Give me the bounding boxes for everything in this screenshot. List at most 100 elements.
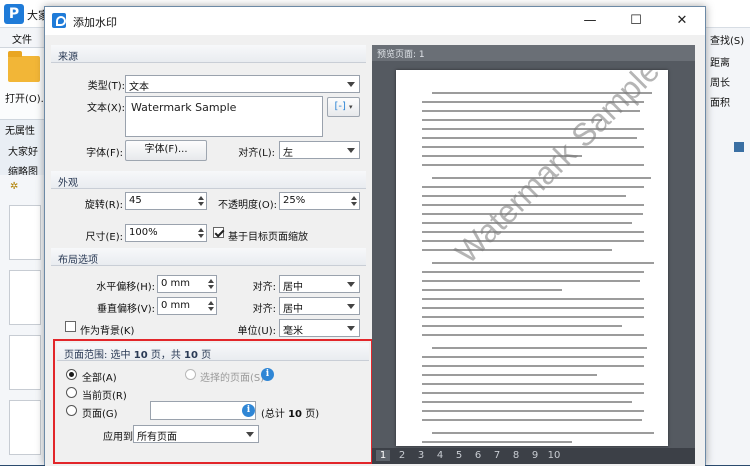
page-thumbnail[interactable] — [9, 270, 41, 325]
page-range-prefix: 页面范围: 选中 — [64, 350, 134, 361]
all-pages-radio[interactable] — [66, 369, 77, 380]
maximize-button[interactable]: ☐ — [613, 7, 659, 35]
insert-field-icon: [-] — [334, 101, 346, 112]
insert-field-button[interactable]: [-] ▾ — [327, 97, 360, 117]
area-tool[interactable]: 面积 — [710, 94, 730, 109]
preview-text-line — [422, 271, 644, 273]
preview-pager: 1 2 3 4 5 6 7 8 9 10 — [372, 448, 695, 464]
distance-tool[interactable]: 距离 — [710, 54, 730, 69]
perimeter-tool[interactable]: 周长 — [710, 74, 730, 89]
align-dropdown[interactable]: 左 — [279, 141, 360, 159]
source-section-header: 来源 — [51, 45, 366, 63]
type-dropdown[interactable]: 文本 — [125, 75, 360, 93]
page-range-mid: 页，共 — [147, 350, 185, 361]
preview-page-number[interactable]: 6 — [471, 450, 485, 461]
preview-text-line — [422, 222, 632, 224]
preview-text-line — [422, 392, 644, 394]
spin-down-icon[interactable] — [198, 202, 204, 206]
chevron-down-icon — [347, 148, 355, 153]
appearance-section-header: 外观 — [51, 171, 366, 189]
total-pages-count: 10 — [288, 409, 303, 420]
page-thumbnail[interactable] — [9, 205, 41, 260]
preview-page-number[interactable]: 1 — [376, 450, 390, 461]
size-label: 尺寸(E): — [85, 232, 124, 243]
spin-down-icon[interactable] — [208, 285, 214, 289]
rotation-value: 45 — [129, 195, 142, 206]
apply-to-dropdown[interactable]: 所有页面 — [133, 425, 259, 443]
total-pages-text: (总计 10 页) — [261, 405, 319, 420]
preview-text-line — [422, 298, 644, 300]
spin-up-icon[interactable] — [198, 228, 204, 232]
v-offset-label: 垂直偏移(V): — [96, 304, 155, 315]
preview-text-line — [422, 231, 644, 233]
preview-page-number[interactable]: 2 — [395, 450, 409, 461]
preview-page-number[interactable]: 3 — [414, 450, 428, 461]
size-stepper[interactable]: 100% — [125, 224, 207, 242]
dialog-body: 来源 类型(T): 文本 文本(X): Watermark Sample [-]… — [45, 35, 705, 466]
close-button[interactable]: ✕ — [659, 7, 705, 35]
preview-page-number[interactable]: 8 — [509, 450, 523, 461]
selected-count: 10 — [133, 350, 148, 361]
preview-page-number[interactable]: 4 — [433, 450, 447, 461]
preview-page-number[interactable]: 7 — [490, 450, 504, 461]
info-icon[interactable]: i — [261, 368, 274, 381]
chevron-down-icon: ▾ — [349, 103, 353, 111]
unit-dropdown[interactable]: 毫米 — [279, 319, 360, 337]
current-page-radio[interactable] — [66, 387, 77, 398]
pages-input[interactable] — [150, 401, 256, 420]
spin-down-icon[interactable] — [208, 307, 214, 311]
chevron-down-icon — [347, 282, 355, 287]
preview-text-line — [422, 401, 632, 403]
watermark-text-input[interactable]: Watermark Sample — [125, 96, 323, 137]
preview-text-line — [422, 146, 644, 148]
font-label: 字体(F): — [86, 148, 123, 159]
right-toolbar: 查找(S) 距离 周长 面积 — [705, 28, 750, 465]
relative-scale-checkbox[interactable] — [213, 227, 224, 238]
background-label: 作为背景(K) — [80, 326, 135, 337]
opacity-label: 不透明度(O): — [217, 200, 277, 211]
open-folder-icon[interactable] — [8, 51, 40, 82]
spin-up-icon[interactable] — [198, 196, 204, 200]
all-pages-label: 全部(A) — [82, 373, 117, 384]
panel-icon[interactable] — [734, 142, 744, 152]
minimize-button[interactable]: — — [567, 7, 613, 35]
info-icon[interactable]: i — [242, 404, 255, 417]
spin-up-icon[interactable] — [208, 279, 214, 283]
v-offset-stepper[interactable]: 0 mm — [157, 297, 217, 315]
chevron-down-icon — [347, 82, 355, 87]
h-align-dropdown[interactable]: 居中 — [279, 275, 360, 293]
preview-text-line — [422, 334, 644, 336]
gear-icon[interactable]: ✲ — [10, 181, 18, 192]
selected-pages-radio[interactable] — [185, 369, 196, 380]
preview-text-line — [422, 383, 644, 385]
unit-value: 毫米 — [283, 326, 303, 337]
pages-label: 页面(G) — [82, 409, 118, 420]
preview-page-number[interactable]: 5 — [452, 450, 466, 461]
preview-text-line — [422, 289, 562, 291]
menu-file[interactable]: 文件 — [12, 31, 32, 46]
spin-down-icon[interactable] — [198, 234, 204, 238]
find-button[interactable]: 查找(S) — [710, 32, 744, 47]
page-thumbnail[interactable] — [9, 400, 41, 455]
preview-page-number[interactable]: 9 — [528, 450, 542, 461]
spin-down-icon[interactable] — [351, 202, 357, 206]
font-button[interactable]: 字体(F)... — [125, 140, 207, 161]
pages-radio[interactable] — [66, 405, 77, 416]
v-align-label: 对齐: — [252, 304, 276, 315]
rotation-stepper[interactable]: 45 — [125, 192, 207, 210]
opacity-stepper[interactable]: 25% — [279, 192, 360, 210]
spin-up-icon[interactable] — [208, 301, 214, 305]
v-align-dropdown[interactable]: 居中 — [279, 297, 360, 315]
properties-label: 无属性 — [5, 126, 35, 137]
apply-to-value: 所有页面 — [137, 432, 177, 443]
document-tab[interactable]: 大家好 — [8, 143, 38, 158]
h-offset-value: 0 mm — [161, 278, 191, 289]
dialog-title: 添加水印 — [73, 16, 117, 29]
h-offset-stepper[interactable]: 0 mm — [157, 275, 217, 293]
preview-page-number[interactable]: 10 — [547, 450, 561, 461]
current-page-label: 当前页(R) — [82, 391, 127, 402]
page-thumbnail[interactable] — [9, 335, 41, 390]
opacity-value: 25% — [283, 195, 306, 206]
background-checkbox[interactable] — [65, 321, 76, 332]
spin-up-icon[interactable] — [351, 196, 357, 200]
